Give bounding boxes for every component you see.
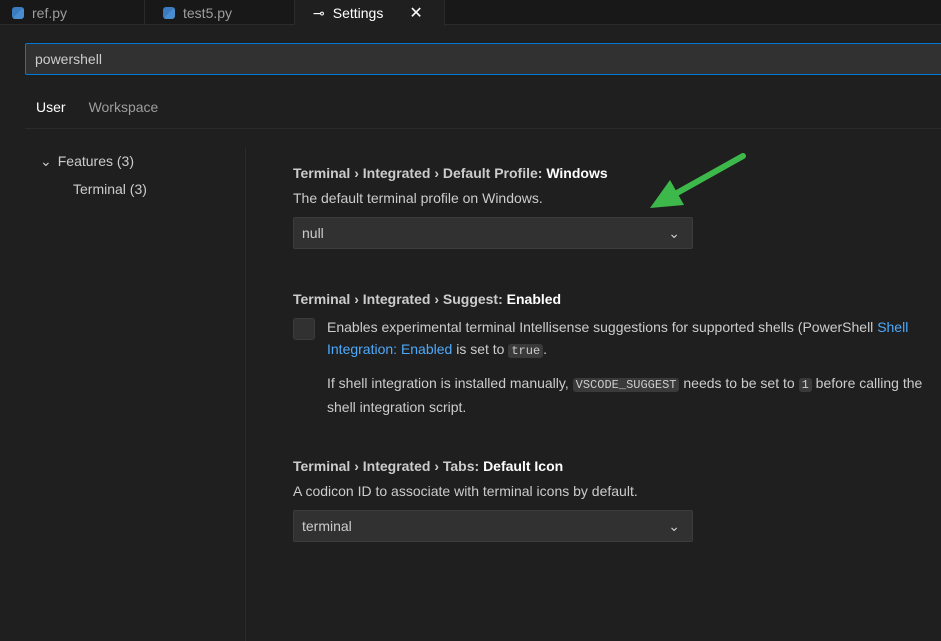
- settings-search-input[interactable]: powershell: [25, 43, 941, 75]
- python-icon: [163, 6, 175, 19]
- close-icon[interactable]: ✕: [409, 3, 422, 23]
- toc-item-terminal[interactable]: Terminal (3): [40, 178, 147, 206]
- setting-suggest-enabled: Terminal › Integrated › Suggest: Enabled…: [293, 291, 923, 415]
- annotation-arrow-icon: [650, 153, 746, 208]
- setting-default-profile-windows: Terminal › Integrated › Default Profile:…: [293, 165, 933, 249]
- toc-item-features[interactable]: ⌄ Features (3): [40, 150, 147, 178]
- tab-settings[interactable]: ⊸ Settings ✕: [295, 0, 445, 26]
- python-icon: [12, 6, 24, 19]
- chevron-down-icon: ⌄: [40, 153, 52, 169]
- suggest-enabled-checkbox[interactable]: [293, 318, 315, 340]
- default-profile-select[interactable]: null ⌄: [293, 217, 693, 249]
- chevron-down-icon: ⌄: [668, 225, 680, 241]
- setting-tabs-default-icon: Terminal › Integrated › Tabs: Default Ic…: [293, 458, 933, 542]
- settings-icon: ⊸: [313, 4, 325, 21]
- tab-test5-py[interactable]: test5.py: [145, 0, 295, 25]
- tab-ref-py[interactable]: ref.py: [0, 0, 145, 25]
- divider: [25, 128, 941, 129]
- default-icon-select[interactable]: terminal ⌄: [293, 510, 693, 542]
- settings-toc: ⌄ Features (3) Terminal (3): [40, 150, 147, 206]
- tab-workspace[interactable]: Workspace: [89, 92, 159, 129]
- chevron-down-icon: ⌄: [668, 518, 680, 534]
- editor-tabs: ref.py test5.py ⊸ Settings ✕: [0, 0, 941, 26]
- tab-user[interactable]: User: [25, 92, 77, 129]
- divider: [245, 147, 246, 641]
